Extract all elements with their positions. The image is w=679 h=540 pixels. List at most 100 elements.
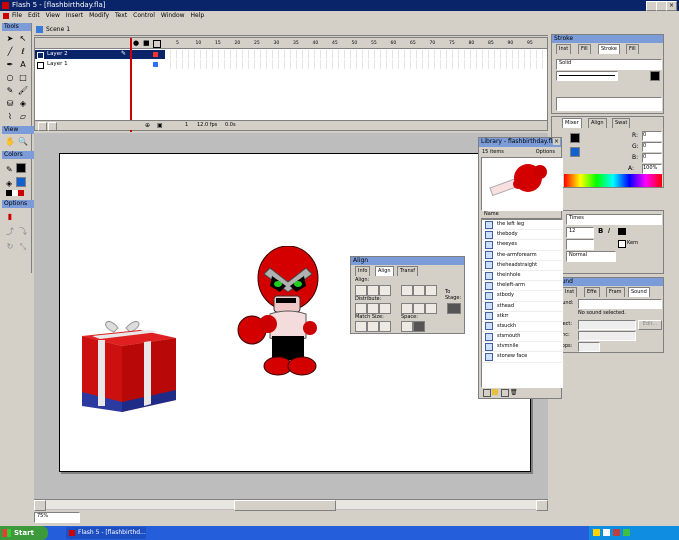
zoom-tool-icon[interactable]: 🔍 xyxy=(17,136,29,148)
distribute-top-button[interactable] xyxy=(355,303,367,314)
center-frame-icon[interactable]: ⊕ xyxy=(145,122,150,129)
paragraph-select[interactable]: Normal xyxy=(566,251,616,262)
color-spectrum[interactable] xyxy=(564,174,662,187)
text-color-swatch[interactable] xyxy=(618,228,626,235)
library-column-header[interactable]: Name xyxy=(481,211,561,219)
distribute-hcenter-button[interactable] xyxy=(413,303,425,314)
menu-insert[interactable]: Insert xyxy=(66,11,83,21)
menu-control[interactable]: Control xyxy=(133,11,155,21)
library-options-button[interactable]: Options xyxy=(536,149,555,155)
match-height-button[interactable] xyxy=(367,321,379,332)
tray-icon[interactable] xyxy=(613,529,620,536)
menu-view[interactable]: View xyxy=(46,11,60,21)
character-graphic[interactable] xyxy=(230,246,340,411)
subselect-tool-icon[interactable]: ↖ xyxy=(17,33,29,45)
align-right-button[interactable] xyxy=(379,285,391,296)
font-size-field[interactable]: 12 xyxy=(566,227,594,238)
italic-button[interactable]: I xyxy=(608,227,610,235)
onion-skin-icon[interactable]: ▣ xyxy=(157,122,163,129)
library-item[interactable]: sthead xyxy=(482,302,562,312)
menu-text[interactable]: Text xyxy=(115,11,127,21)
library-item[interactable]: theeyes xyxy=(482,240,562,251)
frame-row-layer-2[interactable] xyxy=(165,50,547,59)
tab-swatches[interactable]: Swat xyxy=(612,118,631,128)
space-horizontal-button[interactable] xyxy=(413,321,425,332)
smooth-option-icon[interactable]: ⤴ xyxy=(4,226,16,238)
effect-select[interactable] xyxy=(578,320,636,330)
lasso-tool-icon[interactable]: ℓ xyxy=(17,46,29,58)
library-item[interactable]: theheadstraight xyxy=(482,261,562,271)
b-field[interactable]: 0 xyxy=(642,153,662,163)
library-item[interactable]: theleft-arm xyxy=(482,281,562,292)
tab-transform[interactable]: Transf xyxy=(397,266,418,276)
mixer-stroke-swatch[interactable] xyxy=(570,133,580,143)
loops-field[interactable] xyxy=(578,342,600,352)
menu-file[interactable]: File xyxy=(12,11,22,21)
font-select[interactable]: Times xyxy=(566,214,662,225)
library-item[interactable]: stsmouth xyxy=(482,332,562,343)
playhead[interactable] xyxy=(130,38,132,132)
scale-option-icon[interactable]: ⤡ xyxy=(17,241,29,253)
zoom-dropdown[interactable]: 75% xyxy=(34,512,80,523)
fill-color-icon[interactable]: ◈ xyxy=(6,177,26,188)
delete-layer-icon[interactable] xyxy=(48,122,57,131)
arrow-tool-icon[interactable]: ➤ xyxy=(4,33,16,45)
eye-icon[interactable]: ● xyxy=(133,39,139,47)
layer-row[interactable]: Layer 1 xyxy=(35,60,165,69)
tracking-field[interactable] xyxy=(566,239,594,250)
tab-inst[interactable]: Inst xyxy=(556,44,572,54)
sync-select[interactable] xyxy=(578,331,636,341)
tray-icon[interactable] xyxy=(593,529,600,536)
library-item[interactable]: stkrr xyxy=(482,312,562,322)
match-width-button[interactable] xyxy=(355,321,367,332)
to-stage-toggle[interactable] xyxy=(447,303,461,314)
match-both-button[interactable] xyxy=(379,321,391,332)
align-vcenter-button[interactable] xyxy=(413,285,425,296)
stroke-style-select[interactable]: Solid xyxy=(556,59,662,70)
taskbar-task-flash[interactable]: Flash 5 - [flashbirthd... xyxy=(66,527,146,539)
snap-option-icon[interactable]: ▮ xyxy=(4,211,16,223)
tab-align[interactable]: Align xyxy=(588,118,607,128)
menu-window[interactable]: Window xyxy=(161,11,185,21)
library-item[interactable]: stsuckh xyxy=(482,322,562,333)
pencil-tool-icon[interactable]: ✎ xyxy=(4,85,16,97)
distribute-bottom-button[interactable] xyxy=(379,303,391,314)
scroll-right-button[interactable] xyxy=(536,500,548,511)
library-item[interactable]: thebody xyxy=(482,230,562,241)
distribute-right-button[interactable] xyxy=(425,303,437,314)
layer-row-selected[interactable]: Layer 2 ✎ xyxy=(35,50,165,59)
library-item[interactable]: the left leg xyxy=(482,220,562,231)
add-layer-icon[interactable] xyxy=(38,122,47,131)
oval-tool-icon[interactable]: ○ xyxy=(4,72,16,84)
tab-info[interactable]: Info xyxy=(355,266,371,276)
stroke-color-icon[interactable]: ✎ xyxy=(6,163,26,174)
menu-help[interactable]: Help xyxy=(191,11,205,21)
straighten-option-icon[interactable]: ⤵ xyxy=(17,226,29,238)
delete-item-icon[interactable]: 🗑 xyxy=(510,389,518,396)
scroll-thumb[interactable] xyxy=(234,500,336,511)
tab-align-active[interactable]: Align xyxy=(375,266,394,276)
lock-icon[interactable]: ■ xyxy=(143,39,150,47)
new-symbol-icon[interactable] xyxy=(483,389,491,397)
kerning-checkbox[interactable] xyxy=(618,240,626,248)
mixer-fill-swatch[interactable] xyxy=(570,147,580,157)
swap-colors-icon[interactable] xyxy=(6,190,30,196)
eraser-tool-icon[interactable]: ▱ xyxy=(17,111,29,123)
outline-icon[interactable] xyxy=(153,40,161,48)
paintbucket-tool-icon[interactable]: ◈ xyxy=(17,98,29,110)
rotate-option-icon[interactable]: ↻ xyxy=(4,241,16,253)
menu-edit[interactable]: Edit xyxy=(28,11,40,21)
g-field[interactable]: 0 xyxy=(642,142,662,152)
tab-frame[interactable]: Fram xyxy=(606,287,625,297)
tab-fill-2[interactable]: Fill xyxy=(626,44,639,54)
gift-box-graphic[interactable] xyxy=(78,314,178,414)
layer-name[interactable]: Layer 1 xyxy=(47,61,68,67)
layer-color-icon[interactable] xyxy=(153,62,158,67)
edit-button[interactable]: Edit... xyxy=(638,320,662,330)
scene-name[interactable]: Scene 1 xyxy=(46,26,70,33)
menu-modify[interactable]: Modify xyxy=(89,11,109,21)
stroke-swatch[interactable] xyxy=(650,71,660,81)
tray-icon[interactable] xyxy=(623,529,630,536)
align-left-button[interactable] xyxy=(355,285,367,296)
layer-color-icon[interactable] xyxy=(153,52,158,57)
